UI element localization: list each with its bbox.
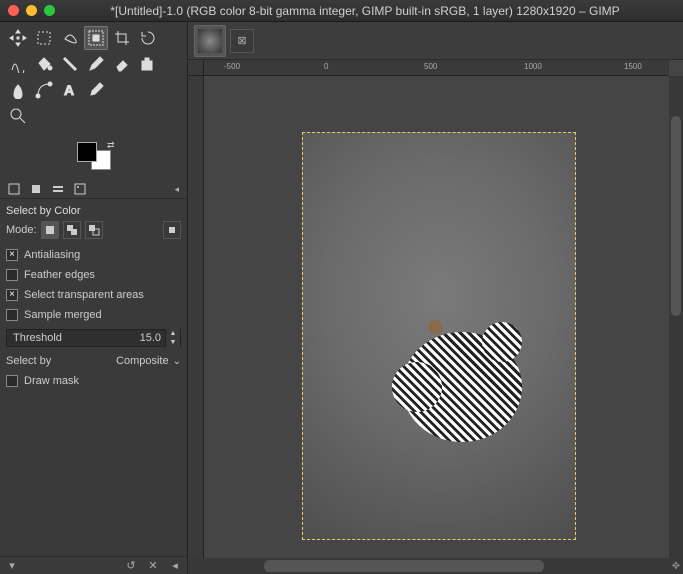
tool-options-panel: Select by Color Mode: × Antialiasing Fea… <box>0 199 187 395</box>
zoom-tool[interactable] <box>6 104 30 128</box>
mode-replace[interactable] <box>41 221 59 239</box>
ruler-tick: 1500 <box>624 62 642 71</box>
scrollbar-vertical[interactable] <box>669 76 683 558</box>
select-by-value: Composite <box>116 355 169 367</box>
image-tabbar: ⊠ <box>188 22 683 60</box>
svg-text:A: A <box>64 82 74 98</box>
fg-color[interactable] <box>77 142 97 162</box>
antialiasing-label: Antialiasing <box>24 249 80 261</box>
panel-menu-icon[interactable]: ◂ <box>174 184 183 195</box>
sample-merged-row[interactable]: Sample merged <box>6 305 181 325</box>
close-tab-button[interactable]: ⊠ <box>230 29 254 53</box>
path-tool[interactable] <box>32 78 56 102</box>
mode-label: Mode: <box>6 224 37 236</box>
transparent-row[interactable]: × Select transparent areas <box>6 285 181 305</box>
select-by-row: Select by Composite ⌄ <box>6 351 181 371</box>
minimize-window-button[interactable] <box>26 5 37 16</box>
tool-options-tab[interactable] <box>4 180 24 198</box>
workspace: A ⇄ ◂ Select by Color Mode: <box>0 22 683 574</box>
eraser-tool[interactable] <box>110 52 134 76</box>
threshold-slider[interactable]: Threshold 15.0 ▲▼ <box>6 329 181 347</box>
select-by-dropdown[interactable]: Composite ⌄ <box>116 355 181 367</box>
navigation-control[interactable]: ✥ <box>669 558 683 574</box>
draw-mask-row[interactable]: Draw mask <box>6 371 181 391</box>
ruler-tick: 1000 <box>524 62 542 71</box>
ruler-horizontal[interactable]: -500 0 500 1000 1500 <box>204 60 669 76</box>
window-controls <box>8 5 55 16</box>
status-corner <box>188 558 204 574</box>
warp-tool[interactable] <box>6 52 30 76</box>
draw-mask-checkbox[interactable] <box>6 375 18 387</box>
tool-options-title: Select by Color <box>6 203 181 221</box>
feather-checkbox[interactable] <box>6 269 18 281</box>
clone-tool[interactable] <box>136 52 160 76</box>
feather-row[interactable]: Feather edges <box>6 265 181 285</box>
sample-merged-label: Sample merged <box>24 309 102 321</box>
free-select-tool[interactable] <box>58 26 82 50</box>
ruler-vertical[interactable] <box>188 76 204 558</box>
color-picker-tool[interactable] <box>84 78 108 102</box>
text-tool[interactable]: A <box>58 78 82 102</box>
mode-subtract[interactable] <box>85 221 103 239</box>
transparent-checkbox[interactable]: × <box>6 289 18 301</box>
threshold-label: Threshold <box>7 332 136 344</box>
color-swatch-area: ⇄ <box>0 136 187 180</box>
smudge-tool[interactable] <box>6 78 30 102</box>
mode-row: Mode: <box>6 221 181 245</box>
device-status-tab[interactable] <box>26 180 46 198</box>
tool-options-footer: ▾ ↺ ✕ ◂ <box>0 556 187 574</box>
toolbox: A <box>0 22 187 136</box>
window-titlebar: *[Untitled]-1.0 (RGB color 8-bit gamma i… <box>0 0 683 22</box>
threshold-spinner[interactable]: ▲▼ <box>165 329 180 347</box>
pencil-tool[interactable] <box>84 52 108 76</box>
close-window-button[interactable] <box>8 5 19 16</box>
antialiasing-checkbox[interactable]: × <box>6 249 18 261</box>
window-title: *[Untitled]-1.0 (RGB color 8-bit gamma i… <box>55 4 675 18</box>
select-by-color-tool[interactable] <box>84 26 108 50</box>
zoom-window-button[interactable] <box>44 5 55 16</box>
crop-tool[interactable] <box>110 26 134 50</box>
rect-select-tool[interactable] <box>32 26 56 50</box>
gradient-tool[interactable] <box>58 52 82 76</box>
feather-label: Feather edges <box>24 269 95 281</box>
tool-options-tabs: ◂ <box>0 180 187 199</box>
fg-bg-swatch[interactable]: ⇄ <box>77 142 111 170</box>
save-preset-icon[interactable]: ▾ <box>4 559 20 573</box>
canvas-viewport[interactable] <box>204 76 669 558</box>
canvas-area: ⊠ -500 0 500 1000 1500 <box>188 22 683 574</box>
draw-mask-label: Draw mask <box>24 375 79 387</box>
ruler-tick: -500 <box>224 62 240 71</box>
bucket-fill-tool[interactable] <box>32 52 56 76</box>
antialiasing-row[interactable]: × Antialiasing <box>6 245 181 265</box>
delete-preset-icon[interactable]: ✕ <box>145 559 161 573</box>
mode-add[interactable] <box>63 221 81 239</box>
restore-preset-icon[interactable]: ↺ <box>123 559 139 573</box>
undo-history-tab[interactable] <box>48 180 68 198</box>
select-by-label: Select by <box>6 355 51 367</box>
ruler-tick: 500 <box>424 62 437 71</box>
swap-colors-icon[interactable]: ⇄ <box>107 140 115 151</box>
ruler-corner <box>188 60 204 76</box>
reset-preset-icon[interactable]: ◂ <box>167 559 183 573</box>
selection-region <box>392 322 532 452</box>
left-panel: A ⇄ ◂ Select by Color Mode: <box>0 22 188 574</box>
rotate-tool[interactable] <box>136 26 160 50</box>
image-canvas[interactable] <box>302 132 576 540</box>
mode-intersect[interactable] <box>163 221 181 239</box>
chevron-down-icon: ⌄ <box>173 356 181 367</box>
images-tab[interactable] <box>70 180 90 198</box>
threshold-value: 15.0 <box>136 332 165 344</box>
sample-merged-checkbox[interactable] <box>6 309 18 321</box>
scrollbar-horizontal[interactable] <box>204 558 669 574</box>
move-tool[interactable] <box>6 26 30 50</box>
ruler-tick: 0 <box>324 62 328 71</box>
image-tab-thumbnail[interactable] <box>194 25 226 57</box>
transparent-label: Select transparent areas <box>24 289 144 301</box>
